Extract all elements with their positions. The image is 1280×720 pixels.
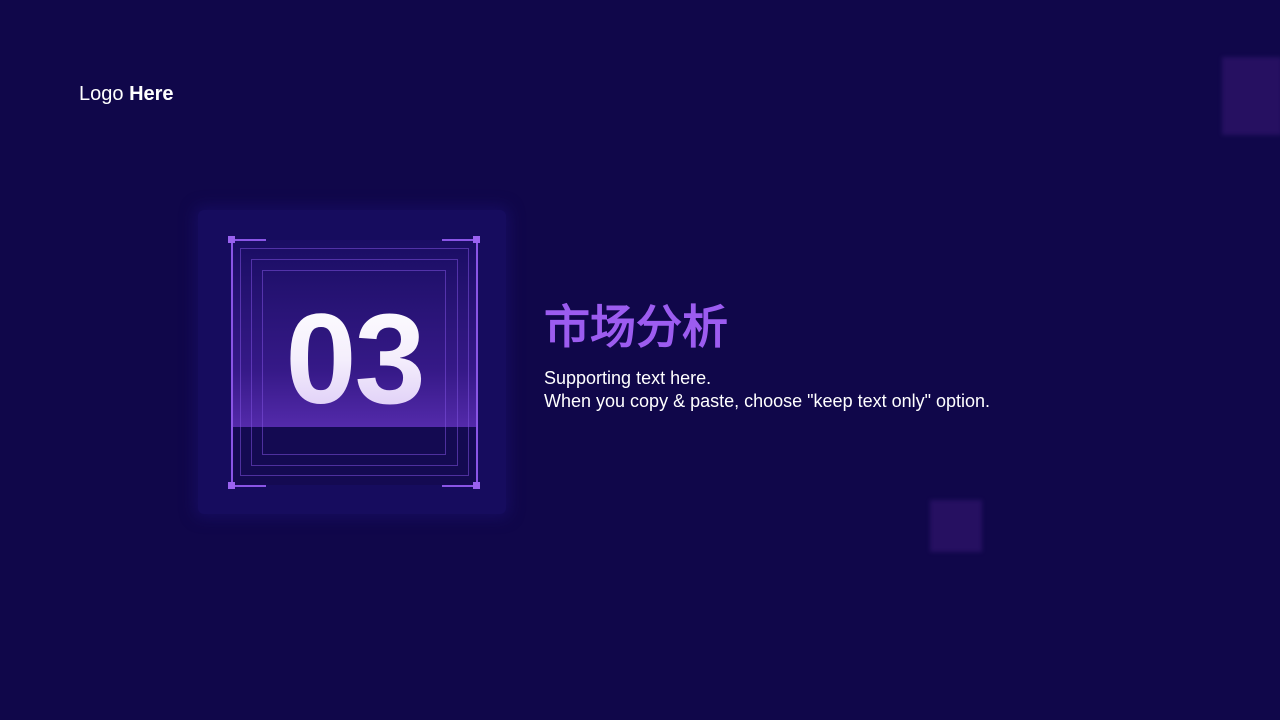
frame-bar-bottom-right (442, 485, 477, 487)
supporting-text: Supporting text here. When you copy & pa… (544, 367, 990, 413)
frame-bar-bottom-left (231, 485, 266, 487)
frame-bar-top-left (231, 239, 266, 241)
section-title: 市场分析 (544, 300, 728, 354)
frame-bar-top-right (442, 239, 477, 241)
corner-dot-bottom-left (228, 482, 235, 489)
logo: Logo Here (79, 82, 174, 106)
corner-dot-top-left (228, 236, 235, 243)
corner-dot-top-right (473, 236, 480, 243)
corner-dot-bottom-right (473, 482, 480, 489)
logo-text-regular: Logo (79, 83, 124, 105)
section-number: 03 (232, 292, 477, 428)
supporting-text-line-1: Supporting text here. (544, 368, 712, 388)
decorative-square-bottom (930, 500, 982, 552)
supporting-text-line-2: When you copy & paste, choose "keep text… (544, 391, 991, 411)
logo-text-bold: Here (129, 83, 174, 105)
decorative-square-top-right (1222, 57, 1280, 135)
